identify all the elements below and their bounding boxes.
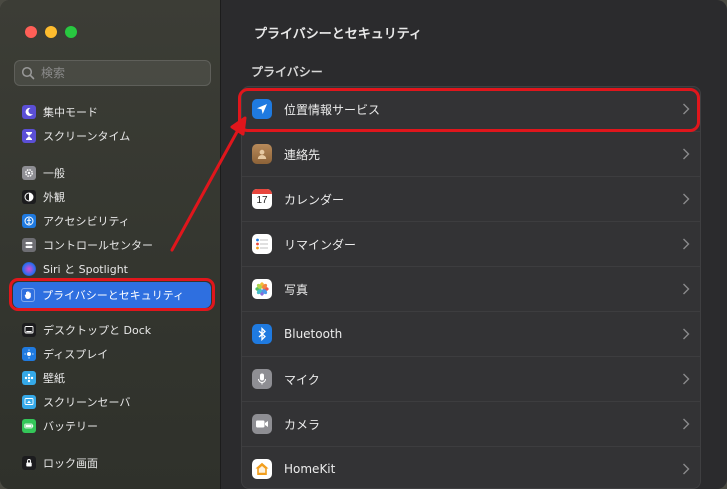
main-pane: プライバシーとセキュリティ プライバシー 位置情報サービス 連絡先 17 カレン… (221, 0, 727, 489)
battery-icon (22, 419, 36, 433)
list-item-camera[interactable]: カメラ (242, 402, 700, 447)
siri-icon (22, 262, 36, 276)
microphone-icon (252, 369, 272, 389)
sidebar: 集中モード スクリーンタイム 一般 外観 アクセシビリティ (0, 0, 221, 489)
sidebar-item-focus[interactable]: 集中モード (18, 101, 213, 123)
gear-icon (22, 166, 36, 180)
moon-icon (22, 105, 36, 119)
list-item-label: リマインダー (284, 237, 357, 252)
page-title: プライバシーとセキュリティ (254, 27, 422, 42)
list-item-homekit[interactable]: HomeKit (242, 447, 700, 488)
home-icon (252, 459, 272, 479)
contacts-icon (252, 144, 272, 164)
sidebar-item-wallpaper[interactable]: 壁紙 (18, 367, 213, 389)
list-item-label: Bluetooth (284, 327, 343, 341)
zoom-button[interactable] (65, 26, 77, 38)
list-item-bluetooth[interactable]: Bluetooth (242, 312, 700, 357)
sidebar-item-label: 壁紙 (43, 372, 65, 385)
section-title: プライバシー (251, 65, 323, 79)
bluetooth-icon (252, 324, 272, 344)
list-item-microphone[interactable]: マイク (242, 357, 700, 402)
sidebar-item-appearance[interactable]: 外観 (18, 186, 213, 208)
chevron-right-icon (683, 283, 690, 295)
sidebar-item-label: ディスプレイ (43, 348, 109, 361)
search-field[interactable] (14, 60, 211, 86)
sidebar-item-label: バッテリー (43, 420, 98, 433)
sidebar-item-accessibility[interactable]: アクセシビリティ (18, 210, 213, 232)
lock-icon (22, 456, 36, 470)
calendar-day: 17 (256, 195, 268, 206)
hourglass-icon (22, 129, 36, 143)
privacy-list: 位置情報サービス 連絡先 17 カレンダー リマインダー 写真 Bluetoot… (241, 86, 701, 489)
sidebar-item-label: アクセシビリティ (43, 215, 130, 228)
accessibility-icon (22, 214, 36, 228)
chevron-right-icon (683, 238, 690, 250)
sidebar-item-control-center[interactable]: コントロールセンター (18, 234, 213, 256)
list-item-label: 連絡先 (284, 147, 321, 162)
camera-icon (252, 414, 272, 434)
list-item-label: マイク (284, 372, 320, 387)
highlight-box-sidebar (9, 278, 215, 311)
calendar-icon: 17 (252, 189, 272, 209)
sidebar-item-label: デスクトップと Dock (43, 324, 152, 337)
sidebar-item-siri[interactable]: Siri と Spotlight (18, 258, 213, 280)
sidebar-item-displays[interactable]: ディスプレイ (18, 343, 213, 365)
chevron-right-icon (683, 418, 690, 430)
sidebar-item-desktop-dock[interactable]: デスクトップと Dock (18, 319, 213, 341)
minimize-button[interactable] (45, 26, 57, 38)
sidebar-item-general[interactable]: 一般 (18, 162, 213, 184)
highlight-box-location-services (238, 88, 700, 132)
chevron-right-icon (683, 148, 690, 160)
chevron-right-icon (683, 373, 690, 385)
appearance-icon (22, 190, 36, 204)
settings-window: 集中モード スクリーンタイム 一般 外観 アクセシビリティ (0, 0, 727, 489)
control-center-icon (22, 238, 36, 252)
list-item-calendar[interactable]: 17 カレンダー (242, 177, 700, 222)
list-item-label: 写真 (284, 282, 309, 297)
wallpaper-icon (22, 371, 36, 385)
search-input[interactable] (41, 66, 201, 80)
list-item-photos[interactable]: 写真 (242, 267, 700, 312)
photos-icon (252, 279, 272, 299)
dock-icon (22, 323, 36, 337)
screensaver-icon (22, 395, 36, 409)
chevron-right-icon (683, 463, 690, 475)
chevron-right-icon (683, 193, 690, 205)
sidebar-item-label: コントロールセンター (43, 239, 153, 252)
sidebar-item-screensaver[interactable]: スクリーンセーバ (18, 391, 213, 413)
close-button[interactable] (25, 26, 37, 38)
list-item-label: カレンダー (284, 192, 345, 207)
list-item-reminders[interactable]: リマインダー (242, 222, 700, 267)
sidebar-item-label: Siri と Spotlight (43, 263, 128, 276)
sidebar-item-screen-time[interactable]: スクリーンタイム (18, 125, 213, 147)
sidebar-item-label: 集中モード (43, 106, 98, 119)
chevron-right-icon (683, 328, 690, 340)
search-icon (21, 66, 35, 80)
list-item-label: HomeKit (284, 462, 336, 476)
sidebar-item-label: スクリーンタイム (43, 130, 131, 143)
list-item-label: カメラ (284, 417, 321, 432)
sidebar-item-label: スクリーンセーバ (43, 396, 131, 409)
sidebar-item-lock-screen[interactable]: ロック画面 (18, 452, 213, 474)
sidebar-item-battery[interactable]: バッテリー (18, 415, 213, 437)
sidebar-item-label: 一般 (43, 167, 65, 180)
window-controls (25, 26, 77, 38)
sidebar-item-label: 外観 (43, 191, 65, 204)
list-item-contacts[interactable]: 連絡先 (242, 132, 700, 177)
sidebar-item-label: ロック画面 (43, 457, 98, 470)
reminders-icon (252, 234, 272, 254)
sun-icon (22, 347, 36, 361)
